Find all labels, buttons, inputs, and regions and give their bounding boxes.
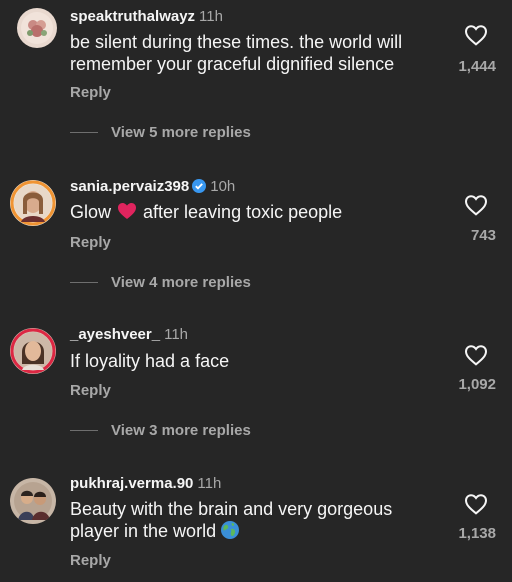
comment-header: pukhraj.verma.90 11h <box>70 475 221 493</box>
heart-icon[interactable] <box>464 24 488 46</box>
verified-badge-icon <box>192 179 207 198</box>
like-count: 1,092 <box>458 376 496 393</box>
comment-header: speaktruthalwayz 11h <box>70 8 223 26</box>
replies-divider <box>70 132 98 133</box>
avatar-image <box>10 328 56 374</box>
timestamp: 11h <box>199 8 223 25</box>
avatar[interactable] <box>10 478 56 524</box>
like-count: 1,138 <box>458 525 496 542</box>
comment-text: Glow after leaving toxic people <box>70 201 440 225</box>
comment-header: _ayeshveer_ 11h <box>70 326 188 344</box>
comment-header: sania.pervaiz398 10h <box>70 178 235 198</box>
username[interactable]: speaktruthalwayz <box>70 8 195 25</box>
view-replies-label: View 4 more replies <box>111 274 251 291</box>
view-replies-label: View 5 more replies <box>111 124 251 141</box>
avatar-image <box>10 180 56 226</box>
reply-button[interactable]: Reply <box>70 552 111 569</box>
view-replies-button[interactable]: View 4 more replies <box>70 274 251 291</box>
avatar[interactable] <box>10 328 56 374</box>
globe-emoji-icon <box>220 520 240 545</box>
avatar[interactable] <box>10 180 56 226</box>
comment-text-part: Glow <box>70 202 112 222</box>
username[interactable]: pukhraj.verma.90 <box>70 475 193 492</box>
red-heart-emoji-icon <box>117 202 137 225</box>
like-count: 743 <box>470 227 496 244</box>
reply-button[interactable]: Reply <box>70 382 111 399</box>
reply-button[interactable]: Reply <box>70 84 111 101</box>
timestamp: 11h <box>197 475 222 492</box>
like-count: 1,444 <box>458 58 496 75</box>
comment-text: Beauty with the brain and very gorgeous … <box>70 498 440 545</box>
comment-text-part: after leaving toxic people <box>143 202 343 222</box>
replies-divider <box>70 430 98 431</box>
username[interactable]: sania.pervaiz398 <box>70 178 189 195</box>
comment-text: be silent during these times. the world … <box>70 32 403 74</box>
view-replies-button[interactable]: View 3 more replies <box>70 422 251 439</box>
view-replies-label: View 3 more replies <box>111 422 251 439</box>
heart-icon[interactable] <box>464 194 488 216</box>
username[interactable]: _ayeshveer_ <box>70 326 160 343</box>
comment-text: If loyality had a face <box>70 351 230 371</box>
timestamp: 10h <box>210 178 236 195</box>
avatar[interactable] <box>17 8 57 48</box>
view-replies-button[interactable]: View 5 more replies <box>70 124 251 141</box>
heart-icon[interactable] <box>464 493 488 515</box>
avatar-image <box>10 478 56 524</box>
heart-icon[interactable] <box>464 344 488 366</box>
timestamp: 11h <box>164 326 189 343</box>
avatar-image <box>17 8 57 48</box>
replies-divider <box>70 282 98 283</box>
reply-button[interactable]: Reply <box>70 234 111 251</box>
